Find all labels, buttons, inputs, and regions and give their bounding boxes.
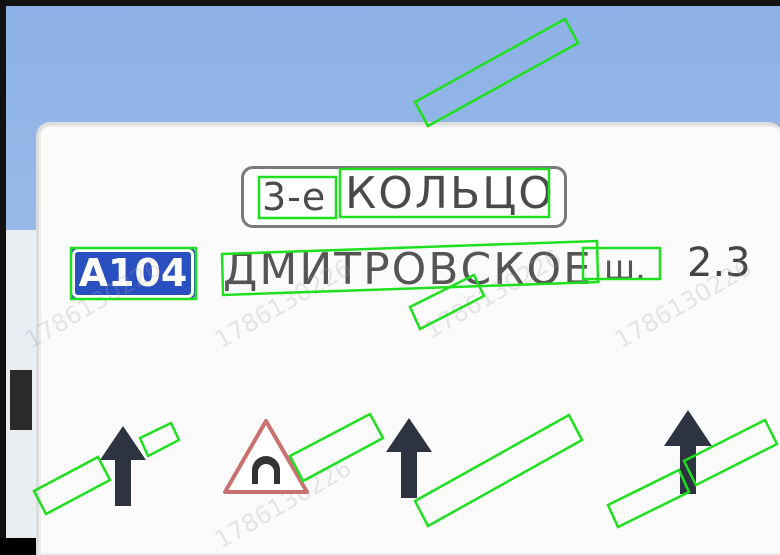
frame-top xyxy=(0,0,780,6)
ring-prefix-text: 3-е xyxy=(262,175,327,219)
tunnel-warning-icon xyxy=(223,419,309,494)
up-arrow-icon xyxy=(100,426,146,506)
up-arrow-icon xyxy=(664,410,712,494)
background-structure xyxy=(6,230,36,538)
highway-suffix-text: ш. xyxy=(604,248,646,288)
photo-scene: 3-е КОЛЬЦО A104 ДМИТРОВСКОЕ ш. 2.3 17861… xyxy=(0,0,780,555)
ring-name-text: КОЛЬЦО xyxy=(345,168,555,219)
up-arrow-icon xyxy=(386,418,432,498)
